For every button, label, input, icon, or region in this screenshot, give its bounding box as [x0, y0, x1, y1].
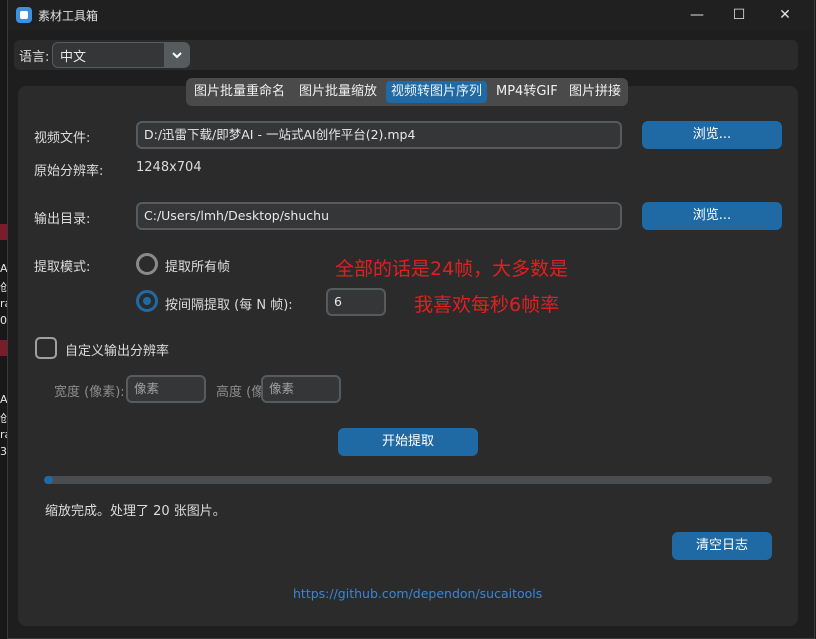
- language-select-value[interactable]: 中文: [60, 46, 86, 65]
- minimize-button[interactable]: —: [674, 0, 720, 30]
- chevron-down-icon[interactable]: [164, 43, 189, 67]
- start-extract-button[interactable]: 开始提取: [338, 428, 478, 456]
- extract-interval-label[interactable]: 按间隔提取 (每 N 帧):: [165, 294, 293, 313]
- app-logo-icon: [16, 7, 32, 23]
- progress-bar-fill: [44, 476, 53, 484]
- tab-image-stitch[interactable]: 图片拼接: [564, 81, 626, 103]
- extract-mode-label: 提取模式:: [34, 260, 91, 275]
- tab-image-resize[interactable]: 图片批量缩放: [294, 81, 382, 103]
- height-placeholder: 像素: [269, 381, 295, 396]
- original-resolution-value: 1248x704: [136, 160, 202, 175]
- browse-output-button[interactable]: 浏览...: [642, 202, 782, 230]
- tab-image-rename[interactable]: 图片批量重命名: [189, 81, 290, 103]
- window-title: 素材工具箱: [38, 9, 99, 23]
- language-label: 语言:: [19, 50, 50, 65]
- maximize-button[interactable]: ☐: [716, 0, 762, 30]
- extract-all-label[interactable]: 提取所有帧: [165, 256, 230, 275]
- interval-input[interactable]: 6: [326, 288, 386, 316]
- github-link[interactable]: https://github.com/dependon/sucaitools: [293, 586, 542, 601]
- video-file-input[interactable]: D:/迅雷下载/即梦AI - 一站式AI创作平台(2).mp4: [136, 121, 622, 149]
- clear-log-button[interactable]: 清空日志: [672, 532, 772, 560]
- annotation-line-1: 全部的话是24帧，大多数是: [335, 258, 569, 280]
- width-input[interactable]: 像素: [126, 375, 206, 403]
- original-resolution-label: 原始分辨率:: [34, 164, 104, 179]
- output-dir-input[interactable]: C:/Users/lmh/Desktop/shuchu: [136, 202, 622, 230]
- log-message: 缩放完成。处理了 20 张图片。: [45, 504, 226, 519]
- custom-resolution-label[interactable]: 自定义输出分辨率: [65, 340, 169, 359]
- custom-resolution-checkbox[interactable]: [35, 337, 57, 359]
- radio-extract-all[interactable]: [136, 253, 158, 275]
- height-input[interactable]: 像素: [261, 375, 341, 403]
- height-label: 高度 (像: [216, 385, 262, 400]
- video-file-label: 视频文件:: [34, 131, 91, 146]
- browse-video-button[interactable]: 浏览...: [642, 121, 782, 149]
- width-label: 宽度 (像素):: [54, 385, 125, 400]
- progress-bar: [44, 476, 772, 484]
- radio-extract-interval[interactable]: [136, 290, 158, 312]
- tab-mp4-to-gif[interactable]: MP4转GIF: [491, 81, 563, 103]
- width-placeholder: 像素: [134, 381, 160, 396]
- close-button[interactable]: ✕: [762, 0, 808, 30]
- output-dir-label: 输出目录:: [34, 212, 91, 227]
- tab-video-to-frames[interactable]: 视频转图片序列: [386, 81, 488, 103]
- annotation-line-2: 我喜欢每秒6帧率: [414, 294, 560, 316]
